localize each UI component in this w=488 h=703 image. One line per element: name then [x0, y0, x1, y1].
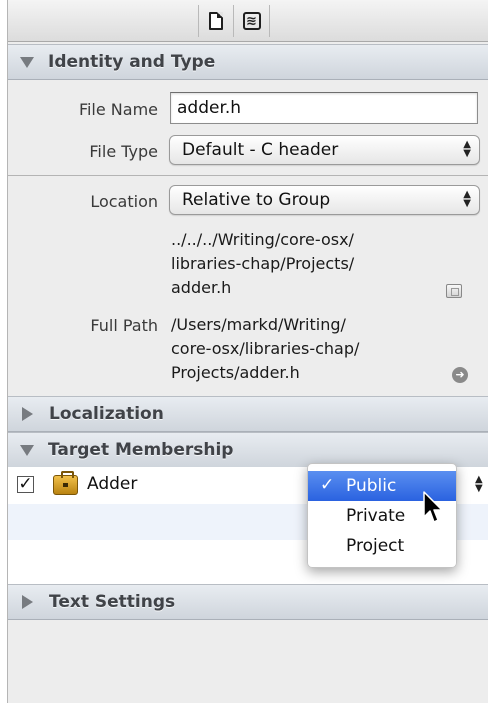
target-briefcase-icon: [53, 471, 78, 495]
file-inspector-icon: [209, 12, 223, 30]
quick-help-button[interactable]: ≋: [234, 5, 270, 37]
location-value: Relative to Group: [182, 190, 331, 210]
file-inspector-panel: ≋ Identity and Type File Name adder.h Fi…: [7, 0, 488, 703]
location-path: ../../../Writing/core-osx/ libraries-cha…: [171, 228, 354, 300]
full-path-line: /Users/markd/Writing/: [171, 315, 346, 334]
full-path-line: core-osx/libraries-chap/: [171, 339, 360, 358]
menu-item-label: Project: [346, 536, 405, 556]
location-popup[interactable]: Relative to Group ▲ ▼: [169, 185, 480, 215]
full-path-label: Full Path: [90, 316, 158, 335]
section-header-localization[interactable]: Localization: [8, 396, 488, 432]
disclosure-triangle-right-icon: [22, 407, 33, 421]
section-header-text-settings[interactable]: Text Settings: [8, 584, 488, 620]
full-path-line: Projects/adder.h: [171, 363, 300, 382]
section-header-identity[interactable]: Identity and Type: [8, 44, 488, 80]
file-inspector-button[interactable]: [198, 5, 234, 37]
location-path-line: adder.h: [171, 278, 232, 297]
file-name-label: File Name: [78, 100, 158, 119]
disclosure-triangle-down-icon: [20, 444, 34, 456]
visibility-popup-arrows-icon[interactable]: ▲ ▼: [475, 475, 483, 494]
target-name: Adder: [87, 474, 138, 494]
reveal-in-finder-icon[interactable]: ➜: [452, 367, 468, 383]
disclosure-triangle-right-icon: [22, 595, 33, 609]
popup-arrows-icon: ▲ ▼: [463, 139, 471, 159]
location-path-line: libraries-chap/Projects/: [171, 254, 355, 273]
file-type-popup[interactable]: Default - C header ▲ ▼: [169, 135, 480, 165]
disclosure-triangle-down-icon: [20, 56, 34, 68]
section-title: Localization: [49, 404, 164, 424]
file-name-field[interactable]: adder.h: [170, 92, 478, 124]
checkmark-icon: ✓: [320, 475, 335, 495]
section-title: Target Membership: [48, 440, 234, 460]
mouse-cursor-icon: [423, 491, 443, 523]
full-path-value: /Users/markd/Writing/ core-osx/libraries…: [171, 313, 359, 385]
empty-inspector-area: [8, 620, 488, 703]
divider: [8, 175, 488, 176]
menu-item-label: Public: [346, 476, 397, 496]
file-name-value: adder.h: [177, 98, 242, 118]
popup-arrows-icon: ▲ ▼: [463, 189, 471, 209]
quick-help-icon: ≋: [242, 12, 261, 30]
target-checkbox[interactable]: ✓: [17, 476, 34, 493]
file-type-value: Default - C header: [182, 140, 339, 160]
location-path-line: ../../../Writing/core-osx/: [171, 230, 354, 249]
location-label: Location: [90, 192, 158, 211]
menu-item-project[interactable]: Project: [308, 531, 456, 561]
menu-item-label: Private: [346, 506, 406, 526]
section-title: Identity and Type: [48, 52, 216, 72]
inspector-toolbar: ≋: [8, 0, 488, 42]
section-title: Text Settings: [49, 592, 176, 612]
choose-folder-icon[interactable]: [446, 284, 462, 298]
file-type-label: File Type: [89, 142, 158, 161]
